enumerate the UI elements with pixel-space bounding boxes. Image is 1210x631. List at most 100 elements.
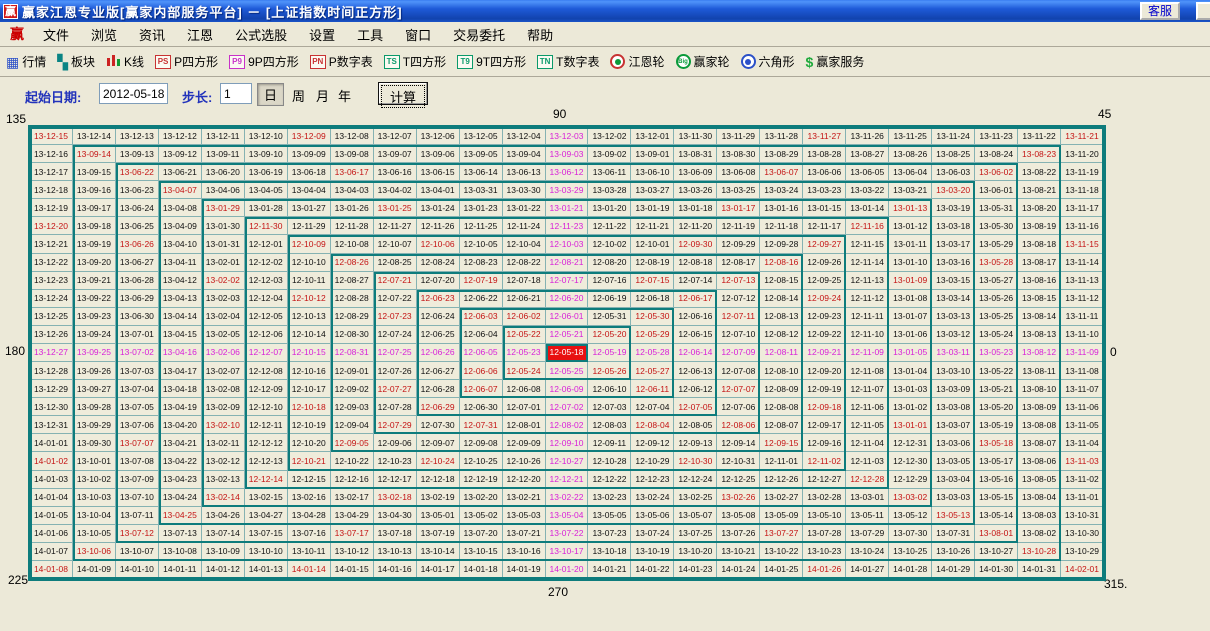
grid-cell[interactable]: 12-11-05 — [846, 416, 889, 434]
period-year-option[interactable]: 年 — [332, 85, 357, 106]
grid-cell[interactable]: 14-01-10 — [116, 561, 159, 579]
grid-cell[interactable]: 12-08-18 — [674, 254, 717, 272]
grid-cell[interactable]: 12-06-08 — [503, 380, 546, 398]
grid-cell[interactable]: 13-01-22 — [503, 199, 546, 217]
grid-cell[interactable]: 13-10-07 — [116, 543, 159, 561]
grid-cell[interactable]: 12-06-28 — [417, 380, 460, 398]
grid-cell[interactable]: 12-10-14 — [288, 326, 331, 344]
grid-cell[interactable]: 13-07-09 — [116, 471, 159, 489]
grid-cell[interactable]: 13-12-11 — [202, 127, 245, 145]
menu-gann[interactable]: 江恩 — [176, 23, 224, 46]
grid-cell[interactable]: 13-07-13 — [159, 525, 202, 543]
grid-cell[interactable]: 13-07-02 — [116, 344, 159, 362]
grid-cell[interactable]: 13-12-28 — [30, 362, 73, 380]
grid-cell[interactable]: 13-10-18 — [588, 543, 631, 561]
grid-cell[interactable]: 12-09-29 — [717, 235, 760, 253]
grid-cell[interactable]: 13-08-08 — [1018, 416, 1061, 434]
grid-cell[interactable]: 12-09-02 — [331, 380, 374, 398]
grid-cell[interactable]: 12-08-31 — [331, 344, 374, 362]
grid-cell[interactable]: 13-12-24 — [30, 290, 73, 308]
grid-cell[interactable]: 13-09-03 — [546, 145, 589, 163]
grid-cell[interactable]: 13-11-20 — [1061, 145, 1104, 163]
grid-cell[interactable]: 13-08-09 — [1018, 398, 1061, 416]
grid-cell[interactable]: 12-12-05 — [245, 308, 288, 326]
grid-cell[interactable]: 13-06-25 — [116, 217, 159, 235]
grid-cell[interactable]: 13-05-18 — [975, 434, 1018, 452]
grid-cell[interactable]: 13-01-25 — [374, 199, 417, 217]
grid-cell[interactable]: 12-08-27 — [331, 272, 374, 290]
grid-cell[interactable]: 12-12-11 — [245, 416, 288, 434]
grid-cell[interactable]: 12-10-16 — [288, 362, 331, 380]
grid-cell[interactable]: 13-10-01 — [73, 452, 116, 470]
grid-cell-center-selected[interactable]: 12-05-18 — [546, 344, 589, 362]
grid-cell[interactable]: 13-08-31 — [674, 145, 717, 163]
grid-cell[interactable]: 13-10-20 — [674, 543, 717, 561]
grid-cell[interactable]: 13-05-29 — [975, 235, 1018, 253]
grid-cell[interactable]: 12-08-23 — [460, 254, 503, 272]
grid-cell[interactable]: 13-02-12 — [202, 452, 245, 470]
grid-cell[interactable]: 13-11-23 — [975, 127, 1018, 145]
grid-cell[interactable]: 13-02-06 — [202, 344, 245, 362]
grid-cell[interactable]: 12-12-26 — [760, 471, 803, 489]
grid-cell[interactable]: 13-05-10 — [803, 507, 846, 525]
grid-cell[interactable]: 12-10-10 — [288, 254, 331, 272]
grid-cell[interactable]: 13-12-21 — [30, 235, 73, 253]
grid-cell[interactable]: 13-09-21 — [73, 272, 116, 290]
grid-cell[interactable]: 13-06-12 — [546, 163, 589, 181]
grid-cell[interactable]: 13-01-11 — [889, 235, 932, 253]
grid-cell[interactable]: 13-02-18 — [374, 489, 417, 507]
grid-cell[interactable]: 12-05-28 — [631, 344, 674, 362]
grid-cell[interactable]: 13-03-18 — [932, 217, 975, 235]
grid-cell[interactable]: 13-12-02 — [588, 127, 631, 145]
period-day-option[interactable]: 日 — [257, 83, 284, 106]
grid-cell[interactable]: 12-09-24 — [803, 290, 846, 308]
grid-cell[interactable]: 13-12-05 — [460, 127, 503, 145]
grid-cell[interactable]: 12-05-22 — [503, 326, 546, 344]
grid-cell[interactable]: 13-01-23 — [460, 199, 503, 217]
grid-cell[interactable]: 13-03-31 — [460, 181, 503, 199]
grid-cell[interactable]: 13-01-21 — [546, 199, 589, 217]
grid-cell[interactable]: 12-10-04 — [503, 235, 546, 253]
grid-cell[interactable]: 13-10-02 — [73, 471, 116, 489]
grid-cell[interactable]: 12-06-03 — [460, 308, 503, 326]
grid-cell[interactable]: 12-10-11 — [288, 272, 331, 290]
grid-cell[interactable]: 12-10-29 — [631, 452, 674, 470]
grid-cell[interactable]: 13-07-19 — [417, 525, 460, 543]
grid-cell[interactable]: 14-01-25 — [760, 561, 803, 579]
grid-cell[interactable]: 12-05-25 — [546, 362, 589, 380]
grid-cell[interactable]: 13-07-27 — [760, 525, 803, 543]
grid-cell[interactable]: 13-01-03 — [889, 380, 932, 398]
grid-cell[interactable]: 12-12-14 — [245, 471, 288, 489]
grid-cell[interactable]: 13-10-05 — [73, 525, 116, 543]
grid-cell[interactable]: 12-07-01 — [503, 398, 546, 416]
grid-cell[interactable]: 13-10-14 — [417, 543, 460, 561]
grid-cell[interactable]: 12-10-01 — [631, 235, 674, 253]
grid-cell[interactable]: 13-09-10 — [245, 145, 288, 163]
menu-window[interactable]: 窗口 — [394, 23, 442, 46]
grid-cell[interactable]: 12-07-27 — [374, 380, 417, 398]
grid-cell[interactable]: 13-08-15 — [1018, 290, 1061, 308]
grid-cell[interactable]: 13-08-10 — [1018, 380, 1061, 398]
grid-cell[interactable]: 13-07-22 — [546, 525, 589, 543]
grid-cell[interactable]: 13-10-25 — [889, 543, 932, 561]
grid-cell[interactable]: 14-01-11 — [159, 561, 202, 579]
grid-cell[interactable]: 12-11-17 — [803, 217, 846, 235]
grid-cell[interactable]: 12-09-19 — [803, 380, 846, 398]
grid-cell[interactable]: 13-03-02 — [889, 489, 932, 507]
grid-cell[interactable]: 13-11-18 — [1061, 181, 1104, 199]
grid-cell[interactable]: 14-01-02 — [30, 452, 73, 470]
grid-cell[interactable]: 12-12-29 — [889, 471, 932, 489]
grid-cell[interactable]: 13-01-01 — [889, 416, 932, 434]
grid-cell[interactable]: 14-01-30 — [975, 561, 1018, 579]
grid-cell[interactable]: 13-05-02 — [460, 507, 503, 525]
grid-cell[interactable]: 12-12-12 — [245, 434, 288, 452]
grid-cell[interactable]: 12-09-04 — [331, 416, 374, 434]
grid-cell[interactable]: 12-12-02 — [245, 254, 288, 272]
grid-cell[interactable]: 13-04-08 — [159, 199, 202, 217]
grid-cell[interactable]: 12-07-18 — [503, 272, 546, 290]
grid-cell[interactable]: 13-05-08 — [717, 507, 760, 525]
grid-cell[interactable]: 13-07-05 — [116, 398, 159, 416]
grid-cell[interactable]: 12-10-18 — [288, 398, 331, 416]
grid-cell[interactable]: 13-06-28 — [116, 272, 159, 290]
grid-cell[interactable]: 12-11-02 — [803, 452, 846, 470]
